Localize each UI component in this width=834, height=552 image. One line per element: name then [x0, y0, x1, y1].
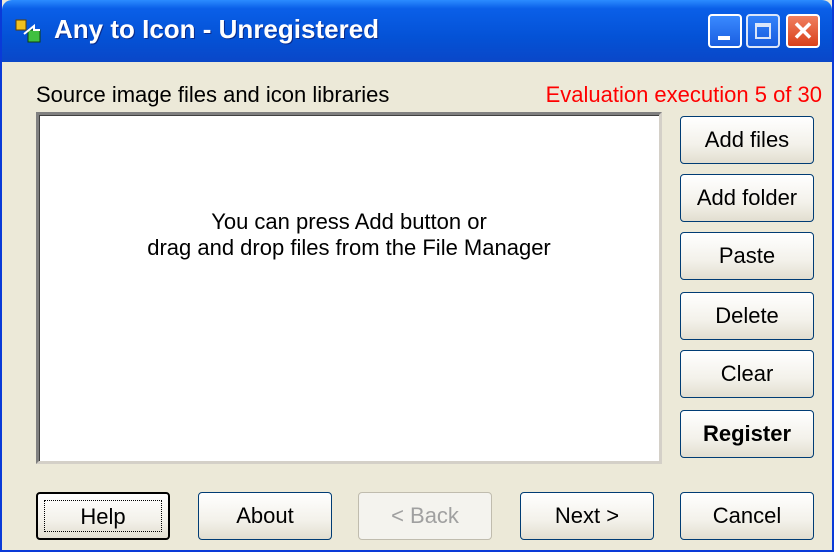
about-button[interactable]: About — [198, 492, 332, 540]
cancel-button[interactable]: Cancel — [680, 492, 814, 540]
help-button-label: Help — [80, 504, 126, 529]
drop-hint-line-2: drag and drop files from the File Manage… — [147, 235, 551, 260]
drop-hint: You can press Add button or drag and dro… — [39, 209, 659, 261]
maximize-icon — [755, 23, 771, 39]
source-files-label: Source image files and icon libraries — [36, 82, 390, 107]
help-button[interactable]: Help — [36, 492, 170, 540]
register-button[interactable]: Register — [680, 410, 814, 458]
add-folder-button[interactable]: Add folder — [680, 174, 814, 222]
minimize-icon — [718, 36, 730, 40]
title-bar[interactable]: Any to Icon - Unregistered ✕ — [2, 0, 832, 62]
paste-button[interactable]: Paste — [680, 232, 814, 280]
app-icon — [15, 19, 41, 43]
clear-button[interactable]: Clear — [680, 350, 814, 398]
minimize-button[interactable] — [708, 14, 742, 48]
drop-hint-line-1: You can press Add button or — [211, 209, 487, 234]
delete-button[interactable]: Delete — [680, 292, 814, 340]
close-icon: ✕ — [792, 16, 814, 46]
next-button[interactable]: Next > — [520, 492, 654, 540]
maximize-button[interactable] — [746, 14, 780, 48]
add-files-button[interactable]: Add files — [680, 116, 814, 164]
source-files-list[interactable]: You can press Add button or drag and dro… — [36, 112, 662, 464]
evaluation-status: Evaluation execution 5 of 30 — [545, 82, 822, 107]
close-button[interactable]: ✕ — [786, 14, 820, 48]
window-title: Any to Icon - Unregistered — [54, 14, 380, 44]
back-button[interactable]: < Back — [358, 492, 492, 540]
app-window: Any to Icon - Unregistered ✕ Source imag… — [0, 0, 834, 552]
